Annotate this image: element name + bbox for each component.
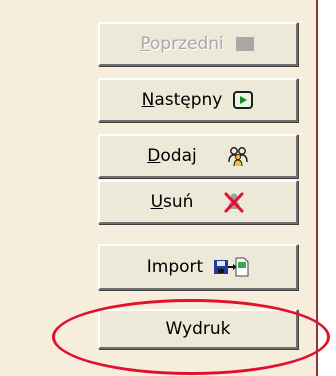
- import-icon: [213, 256, 249, 278]
- next-button-label: Następny: [141, 90, 223, 110]
- highlight-oval: [52, 299, 330, 375]
- users-icon: [227, 145, 249, 167]
- previous-button[interactable]: Poprzedni: [98, 22, 298, 66]
- next-button[interactable]: Następny: [98, 78, 298, 122]
- square-icon: [234, 33, 256, 55]
- previous-button-label: Poprzedni: [140, 34, 224, 54]
- import-button-label: Import: [146, 257, 204, 277]
- delete-user-icon: [223, 191, 245, 213]
- delete-button[interactable]: Usuń: [98, 180, 298, 224]
- add-button[interactable]: Dodaj: [98, 134, 298, 178]
- delete-button-label: Usuń: [150, 192, 194, 212]
- panel-margin: [318, 0, 336, 376]
- import-button[interactable]: Import: [98, 244, 298, 290]
- add-button-label: Dodaj: [147, 146, 197, 166]
- play-icon: [232, 89, 254, 111]
